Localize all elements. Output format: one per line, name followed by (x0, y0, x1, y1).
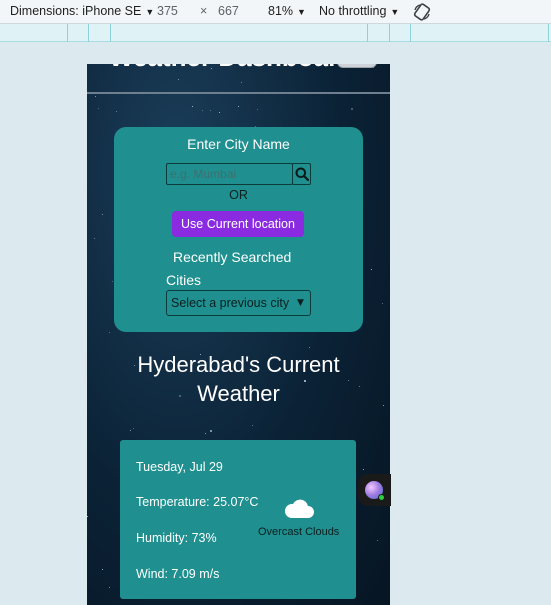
current-weather-card: Tuesday, Jul 29 Temperature: 25.07°C Hum… (120, 440, 356, 599)
star-dot (252, 425, 253, 426)
star-dot (102, 214, 103, 215)
throttling-dropdown[interactable]: No throttling ▼ (319, 4, 399, 18)
star-dot (116, 111, 117, 112)
media-query-ruler[interactable] (0, 24, 551, 42)
city-search-input[interactable] (166, 163, 293, 185)
ruler-marker (110, 24, 111, 42)
app-header: Weather Dashboard (87, 64, 390, 94)
recent-label-line2: Cities (166, 272, 202, 288)
device-viewport: Weather Dashboard Enter City Name OR Use… (87, 64, 390, 605)
star-dot (192, 106, 193, 107)
star-dot (205, 433, 206, 434)
cloud-icon (284, 499, 314, 518)
star-dot (377, 540, 378, 541)
ruler-marker (548, 24, 549, 42)
star-dot (98, 108, 99, 109)
chevron-down-icon: ▼ (145, 7, 155, 17)
search-icon (295, 167, 309, 181)
star-dot (102, 569, 103, 570)
star-dot (210, 110, 211, 111)
device-dimensions-dropdown[interactable]: Dimensions: iPhone SE ▼ (10, 4, 154, 18)
status-dot-icon (378, 494, 385, 501)
ruler-marker (410, 24, 411, 42)
or-separator: OR (229, 188, 248, 202)
heading-line2: Weather (197, 381, 280, 406)
use-current-location-button[interactable]: Use Current location (172, 211, 304, 237)
weather-condition: Overcast Clouds (258, 526, 340, 538)
dimension-separator: × (200, 4, 208, 18)
star-dot (238, 106, 239, 107)
ruler-marker (88, 24, 89, 42)
app-title: Weather Dashboard (109, 64, 354, 73)
star-dot (351, 108, 353, 110)
star-dot (87, 516, 88, 517)
throttling-label: No throttling (319, 4, 387, 18)
theme-toggle[interactable] (337, 64, 377, 68)
ruler-marker (389, 24, 390, 42)
zoom-label: 81% (268, 4, 294, 18)
weather-date: Tuesday, Jul 29 (136, 460, 223, 474)
viewport-height-field[interactable]: 667 (218, 4, 239, 18)
devtools-toolbar: Dimensions: iPhone SE ▼ 375 × 667 81% ▼ No… (0, 0, 551, 24)
chevron-down-icon: ▼ (297, 7, 306, 17)
viewport-width-field[interactable]: 375 (157, 4, 178, 18)
recent-label-line1: Recently Searched (173, 249, 292, 265)
extension-floating-button[interactable] (358, 474, 391, 506)
star-dot (109, 587, 110, 588)
recent-cities-label: Recently Searched Cities (166, 246, 301, 292)
star-dot (210, 430, 212, 432)
rotate-icon[interactable] (412, 2, 432, 22)
search-card: Enter City Name OR Use Current location … (114, 127, 363, 332)
ruler-marker (367, 24, 368, 42)
star-dot (133, 428, 134, 429)
heading-line1: Hyderabad's Current (137, 352, 340, 377)
star-dot (109, 332, 110, 333)
weather-temperature: Temperature: 25.07°C (136, 495, 259, 509)
star-dot (95, 96, 96, 97)
star-dot (130, 430, 131, 431)
chevron-down-icon: ▼ (390, 7, 400, 17)
star-dot (309, 347, 310, 348)
star-dot (112, 281, 113, 282)
weather-humidity: Humidity: 73% (136, 531, 217, 545)
current-weather-heading: Hyderabad's Current Weather (87, 350, 390, 408)
weather-wind: Wind: 7.09 m/s (136, 567, 220, 581)
device-dimensions-label: Dimensions: iPhone SE (10, 4, 142, 18)
star-dot (382, 303, 383, 304)
star-dot (371, 269, 372, 270)
ruler-marker (67, 24, 68, 42)
search-button[interactable] (292, 163, 311, 185)
star-dot (219, 112, 220, 113)
star-dot (363, 469, 364, 470)
search-heading: Enter City Name (187, 136, 290, 152)
zoom-dropdown[interactable]: 81% ▼ (268, 4, 306, 18)
star-dot (94, 238, 95, 239)
star-dot (202, 110, 203, 111)
star-dot (257, 109, 258, 110)
previous-city-select[interactable]: Select a previous city (166, 290, 311, 316)
